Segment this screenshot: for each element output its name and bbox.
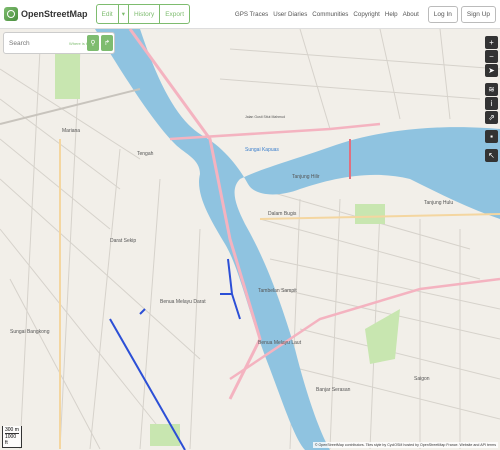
directions-icon: ↱ xyxy=(104,40,110,47)
map-controls: + − ➤ ≋ i ⇗ ▪ ↖ xyxy=(485,36,498,163)
label-river: Sungai Kapuas xyxy=(245,147,279,153)
label-tanjung-hulu: Tanjung Hulu xyxy=(424,200,454,206)
edit-dropdown-button[interactable]: ▾ xyxy=(119,5,129,23)
label-banjar-serasan: Banjar Serasan xyxy=(316,387,351,393)
nav-user-diaries[interactable]: User Diaries xyxy=(273,11,307,18)
zoom-in-icon[interactable]: + xyxy=(485,36,498,49)
map-tiles xyxy=(0,29,500,450)
label-tengah: Tengah xyxy=(137,151,154,157)
scale-bar: 300 m 1000 ft xyxy=(2,426,22,448)
osm-logo-icon xyxy=(4,7,18,21)
signup-button[interactable]: Sign Up xyxy=(460,5,496,23)
attribution[interactable]: © OpenStreetMap contributors. Tiles styl… xyxy=(312,442,498,448)
logo[interactable]: OpenStreetMap xyxy=(4,7,88,21)
edit-button-group: Edit ▾ History Export xyxy=(95,4,191,24)
label-dalam-bugis: Dalam Bugis xyxy=(268,211,297,217)
logo-text: OpenStreetMap xyxy=(21,9,88,19)
note-icon[interactable]: ▪ xyxy=(485,130,498,143)
auth-buttons: Log In Sign Up xyxy=(425,5,496,23)
nav-copyright[interactable]: Copyright xyxy=(353,11,379,18)
main-nav: GPS Traces User Diaries Communities Copy… xyxy=(230,11,419,18)
nav-about[interactable]: About xyxy=(403,11,419,18)
label-sungai-bangkong: Sungai Bangkong xyxy=(10,329,50,335)
scale-metric: 300 m xyxy=(5,427,19,434)
zoom-out-icon[interactable]: − xyxy=(485,50,498,63)
label-benua-melayu-laut: Benua Melayu Laut xyxy=(258,340,302,346)
search-box: Where is this? ⚲ ↱ xyxy=(3,32,115,54)
search-icon: ⚲ xyxy=(90,40,96,47)
label-darat-sekip: Darat Sekip xyxy=(110,238,137,244)
nav-communities[interactable]: Communities xyxy=(312,11,348,18)
header-bar: OpenStreetMap Edit ▾ History Export GPS … xyxy=(0,0,500,29)
scale-imperial: 1000 ft xyxy=(5,434,17,446)
label-saigon: Saigon xyxy=(414,376,430,382)
label-tambelan-sampit: Tambelan Sampit xyxy=(258,288,297,294)
search-button[interactable]: ⚲ xyxy=(87,35,99,51)
layers-icon[interactable]: ≋ xyxy=(485,83,498,96)
login-button[interactable]: Log In xyxy=(427,5,458,23)
locate-icon[interactable]: ➤ xyxy=(485,64,498,77)
nav-gps-traces[interactable]: GPS Traces xyxy=(235,11,268,18)
label-tanjung-hilir: Tanjung Hilir xyxy=(292,174,320,180)
export-button[interactable]: Export xyxy=(160,5,189,23)
directions-button[interactable]: ↱ xyxy=(101,35,113,51)
label-gusti-road: Jalan Gusti Situt Mahmud xyxy=(245,115,286,119)
nav-help[interactable]: Help xyxy=(385,11,398,18)
share-icon[interactable]: ⇗ xyxy=(485,111,498,124)
search-input[interactable] xyxy=(7,38,69,48)
query-icon[interactable]: ↖ xyxy=(485,149,498,162)
info-icon[interactable]: i xyxy=(485,97,498,110)
map-canvas[interactable]: Mariana Tengah Darat Sekip Benua Melayu … xyxy=(0,29,500,450)
label-benua-melayu-darat: Benua Melayu Darat xyxy=(160,299,206,305)
edit-button[interactable]: Edit xyxy=(97,5,119,23)
label-mariana: Mariana xyxy=(62,128,81,134)
history-button[interactable]: History xyxy=(129,5,161,23)
